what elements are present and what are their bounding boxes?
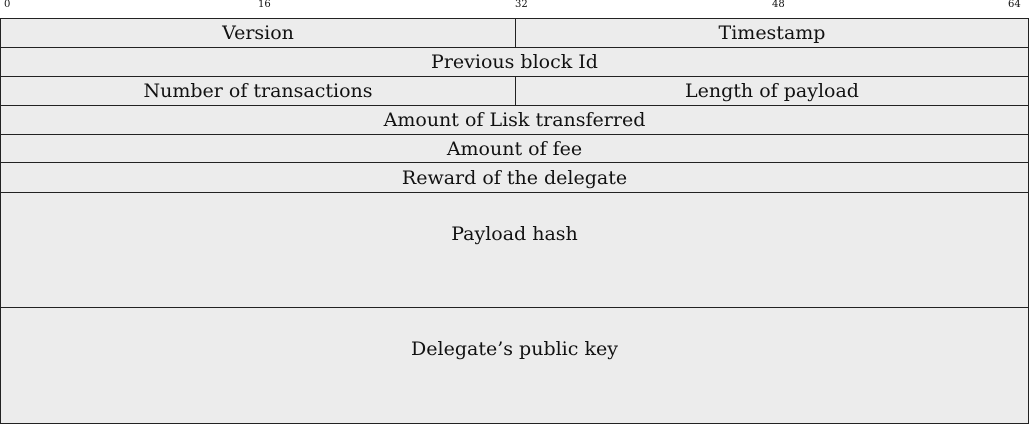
field-version-label: Version xyxy=(222,22,294,44)
field-payload-hash: Payload hash xyxy=(0,192,1029,308)
block-header-diagram: Version Timestamp Previous block Id Numb… xyxy=(0,18,1029,424)
bit-tick-48: 48 xyxy=(772,0,785,10)
bit-tick-64: 64 xyxy=(1008,0,1021,10)
field-amount-of-fee: Amount of fee xyxy=(0,134,1029,163)
field-previous-block-id: Previous block Id xyxy=(0,47,1029,77)
field-length-of-payload-label: Length of payload xyxy=(685,80,859,102)
field-length-of-payload: Length of payload xyxy=(515,76,1029,106)
field-number-of-transactions: Number of transactions xyxy=(0,76,516,106)
bit-ruler: 0 16 32 48 64 xyxy=(0,0,1029,18)
field-payload-hash-label: Payload hash xyxy=(451,223,578,245)
field-amount-transferred: Amount of Lisk transferred xyxy=(0,105,1029,135)
field-reward-label: Reward of the delegate xyxy=(401,166,628,189)
field-timestamp: Timestamp xyxy=(515,18,1029,48)
field-public-key-label: Delegate’s public key xyxy=(411,338,618,360)
bit-tick-32: 32 xyxy=(515,0,528,10)
field-timestamp-label: Timestamp xyxy=(718,22,826,44)
field-version: Version xyxy=(0,18,516,48)
field-amount-transferred-label: Amount of Lisk transferred xyxy=(383,109,646,131)
bit-tick-0: 0 xyxy=(4,0,11,10)
field-reward: Reward of the delegate xyxy=(0,162,1029,193)
field-number-of-transactions-label: Number of transactions xyxy=(143,80,373,102)
field-previous-block-id-label: Previous block Id xyxy=(431,51,598,73)
field-amount-of-fee-label: Amount of fee xyxy=(446,137,583,160)
field-public-key: Delegate’s public key xyxy=(0,307,1029,424)
bit-tick-16: 16 xyxy=(258,0,271,10)
